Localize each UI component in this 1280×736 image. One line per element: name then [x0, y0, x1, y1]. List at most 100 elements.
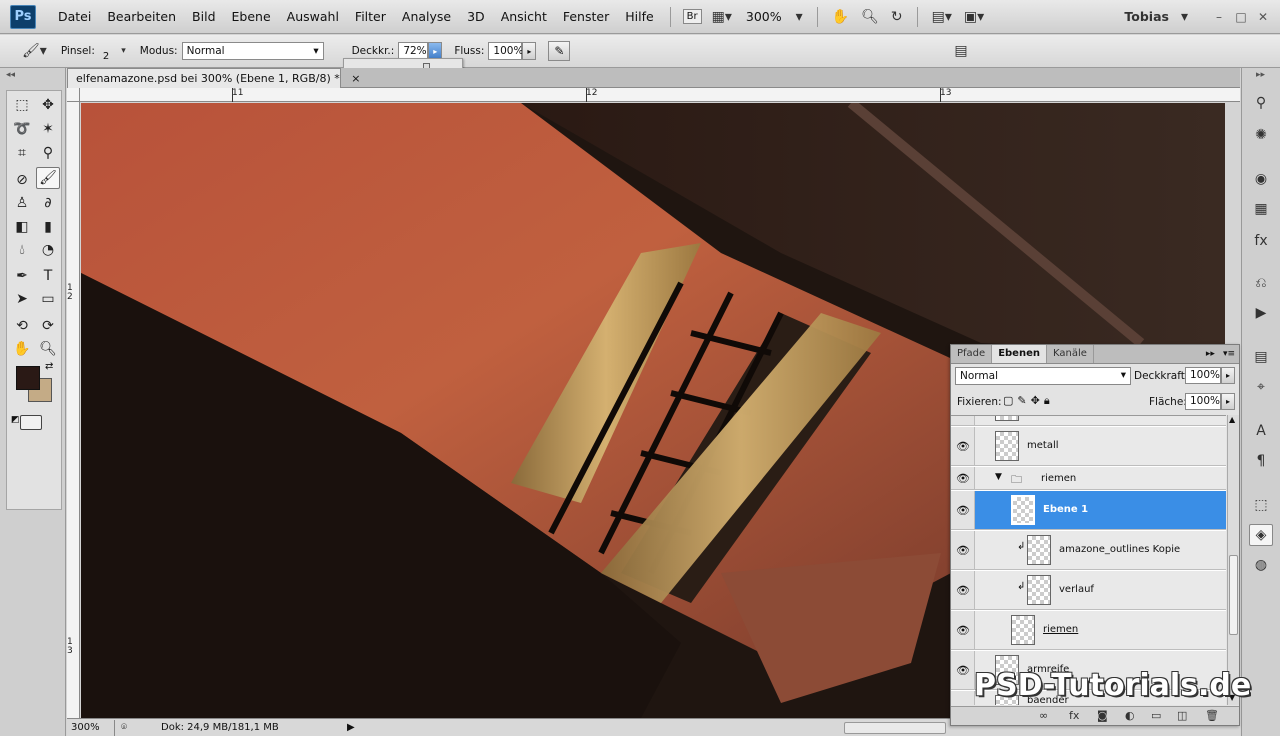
tool-presets-panel-icon[interactable]: ▤ — [948, 43, 973, 59]
menu-datei[interactable]: Datei — [50, 9, 99, 24]
flow-input[interactable]: 100% — [488, 42, 523, 60]
layer-row-ebene-1[interactable]: 👁︎ Ebene 1 — [951, 491, 1226, 530]
rectangular-marquee-icon[interactable]: ⬚ — [10, 94, 34, 116]
blur-icon[interactable]: 💧︎ — [10, 239, 34, 261]
lasso-icon[interactable]: ➰ — [10, 118, 34, 140]
horizontal-scrollbar[interactable] — [844, 722, 946, 734]
path-selection-icon[interactable]: ➤ — [10, 288, 34, 310]
airbrush-icon[interactable]: ✎ — [548, 41, 571, 61]
clone-stamp-icon[interactable]: ♙ — [10, 192, 34, 214]
link-layers-icon[interactable]: ∞ — [1039, 709, 1048, 722]
menu-fenster[interactable]: Fenster — [555, 9, 617, 24]
zoom-level-dropdown[interactable]: 300% — [738, 9, 790, 24]
blend-mode-select[interactable]: Normal ▾ — [181, 42, 324, 60]
character-icon[interactable]: A — [1249, 420, 1273, 442]
status-menu-arrow-icon[interactable]: ▶ — [347, 722, 355, 733]
new-group-icon[interactable]: ▭ — [1151, 709, 1161, 722]
visibility-eye-icon[interactable]: 👁︎ — [955, 439, 971, 453]
film-strip-icon[interactable]: ▦▾ — [706, 9, 738, 25]
foreground-color-swatch[interactable] — [16, 366, 40, 390]
visibility-eye-icon[interactable]: 👁︎ — [955, 703, 971, 706]
paths-icon[interactable]: ⬚ — [1249, 494, 1273, 516]
layer-style-fx-icon[interactable]: fx — [1069, 709, 1079, 722]
document-tab[interactable]: elfenamazone.psd bei 300% (Ebene 1, RGB/… — [67, 68, 360, 88]
visibility-eye-icon[interactable]: 👁︎ — [955, 663, 971, 677]
pen-tool-icon[interactable]: ✒ — [10, 265, 34, 287]
tab-kanaele[interactable]: Kanäle — [1047, 345, 1094, 363]
history-icon[interactable]: ⎌ — [1249, 272, 1273, 294]
menu-filter[interactable]: Filter — [347, 9, 394, 24]
layer-row-metall[interactable]: 👁︎ metall — [951, 427, 1226, 466]
styles-fx-icon[interactable]: fx — [1249, 230, 1273, 252]
menu-bearbeiten[interactable]: Bearbeiten — [99, 9, 184, 24]
menu-analyse[interactable]: Analyse — [394, 9, 459, 24]
visibility-eye-icon[interactable]: 👁︎ — [955, 623, 971, 637]
visibility-eye-icon[interactable]: 👁︎ — [955, 503, 971, 517]
3d-orbit-icon[interactable]: ⟳ — [36, 315, 60, 337]
panel-menu-icon[interactable]: ▾≡ — [1219, 345, 1239, 363]
scroll-thumb[interactable] — [1229, 555, 1238, 635]
navigator-icon[interactable]: ✺ — [1249, 124, 1273, 146]
magic-wand-icon[interactable]: ✶ — [36, 118, 60, 140]
dodge-icon[interactable]: ◔ — [36, 239, 60, 261]
paragraph-icon[interactable]: ¶ — [1249, 450, 1273, 472]
quick-mask-icon[interactable] — [20, 415, 42, 430]
menu-auswahl[interactable]: Auswahl — [279, 9, 347, 24]
menu-bild[interactable]: Bild — [184, 9, 223, 24]
visibility-eye-icon[interactable]: 👁︎ — [955, 583, 971, 597]
menu-hilfe[interactable]: Hilfe — [617, 9, 661, 24]
fill-slider-toggle[interactable]: ▸ — [1221, 393, 1235, 410]
layer-row-amazone-outlines-kopie[interactable]: 👁︎ ↲ amazone_outlines Kopie — [951, 531, 1226, 570]
move-tool-icon[interactable]: ✥ — [36, 94, 60, 116]
delete-layer-icon[interactable]: 🗑︎ — [1205, 709, 1219, 722]
menu-ebene[interactable]: Ebene — [224, 9, 279, 24]
lock-icons[interactable]: ▢✎✥🔒︎ — [1003, 394, 1054, 408]
fill-input[interactable]: 100% — [1185, 393, 1221, 410]
adjustment-layer-icon[interactable]: ◐ — [1125, 709, 1135, 722]
chevron-down-icon[interactable]: ▾ — [1175, 9, 1194, 25]
minimize-icon[interactable]: – — [1208, 10, 1230, 24]
user-name[interactable]: Tobias — [1124, 9, 1169, 24]
hand-tool-icon[interactable]: ✋ — [10, 338, 34, 360]
new-layer-icon[interactable]: ◫ — [1177, 709, 1187, 722]
info-icon[interactable]: ⌖ — [1249, 376, 1273, 398]
screen-mode-icon[interactable]: ▣▾ — [958, 9, 990, 25]
channels-icon[interactable]: ◍ — [1249, 554, 1273, 576]
color-panel-icon[interactable]: ◉ — [1249, 168, 1273, 190]
brush-panel-icon[interactable]: ⚲ — [1249, 92, 1273, 114]
expand-panel-icon[interactable]: ▸▸ — [1256, 70, 1265, 80]
layer-row-verlauf[interactable]: 👁︎ ↲ verlauf — [951, 571, 1226, 610]
default-colors-icon[interactable]: ◩ — [11, 415, 20, 425]
collapse-panel-icon[interactable]: ◂◂ — [6, 70, 15, 80]
layer-row-riemen[interactable]: 👁︎ riemen — [951, 611, 1226, 650]
chevron-down-icon[interactable]: ▾ — [790, 9, 809, 25]
rotate-view-icon[interactable]: ↻ — [885, 9, 909, 25]
group-expand-triangle-icon[interactable]: ▼ — [995, 472, 1002, 482]
ruler-origin[interactable] — [67, 88, 80, 102]
layer-opacity-slider-toggle[interactable]: ▸ — [1221, 367, 1235, 384]
eyedropper-icon[interactable]: ⚲ — [36, 142, 60, 164]
eraser-icon[interactable]: ◧ — [10, 216, 34, 238]
healing-brush-icon[interactable]: ⊘ — [10, 169, 34, 191]
arrange-documents-icon[interactable]: ▤▾ — [926, 9, 958, 25]
scroll-up-arrow-icon[interactable]: ▲ — [1229, 415, 1235, 424]
visibility-eye-icon[interactable]: 👁︎ — [955, 471, 971, 485]
menu-ansicht[interactable]: Ansicht — [493, 9, 555, 24]
bridge-button[interactable]: Br — [682, 9, 702, 24]
swap-colors-icon[interactable]: ⇄ — [45, 361, 53, 372]
vertical-ruler[interactable]: 1 2 1 3 — [67, 102, 80, 718]
flow-slider-toggle[interactable]: ▸ — [522, 42, 537, 60]
zoom-tool-icon[interactable]: 🔍︎ — [36, 338, 60, 360]
layer-blend-mode-select[interactable]: Normal ▾ — [955, 367, 1131, 385]
adjustments-icon[interactable]: ▤ — [1249, 346, 1273, 368]
status-zoom-field[interactable]: 300% — [67, 719, 115, 736]
gradient-icon[interactable]: ▮ — [36, 216, 60, 238]
zoom-tool-icon[interactable]: 🔍︎ — [855, 9, 885, 25]
brush-size-value[interactable]: 2 — [103, 51, 109, 62]
rectangle-shape-icon[interactable]: ▭ — [36, 288, 60, 310]
visibility-eye-icon[interactable]: 👁︎ — [955, 543, 971, 557]
chevron-down-icon[interactable]: ▾ — [115, 46, 132, 56]
crop-icon[interactable]: ⌗ — [10, 142, 34, 164]
history-brush-icon[interactable]: ∂ — [36, 192, 60, 214]
type-tool-icon[interactable]: T — [36, 265, 60, 287]
